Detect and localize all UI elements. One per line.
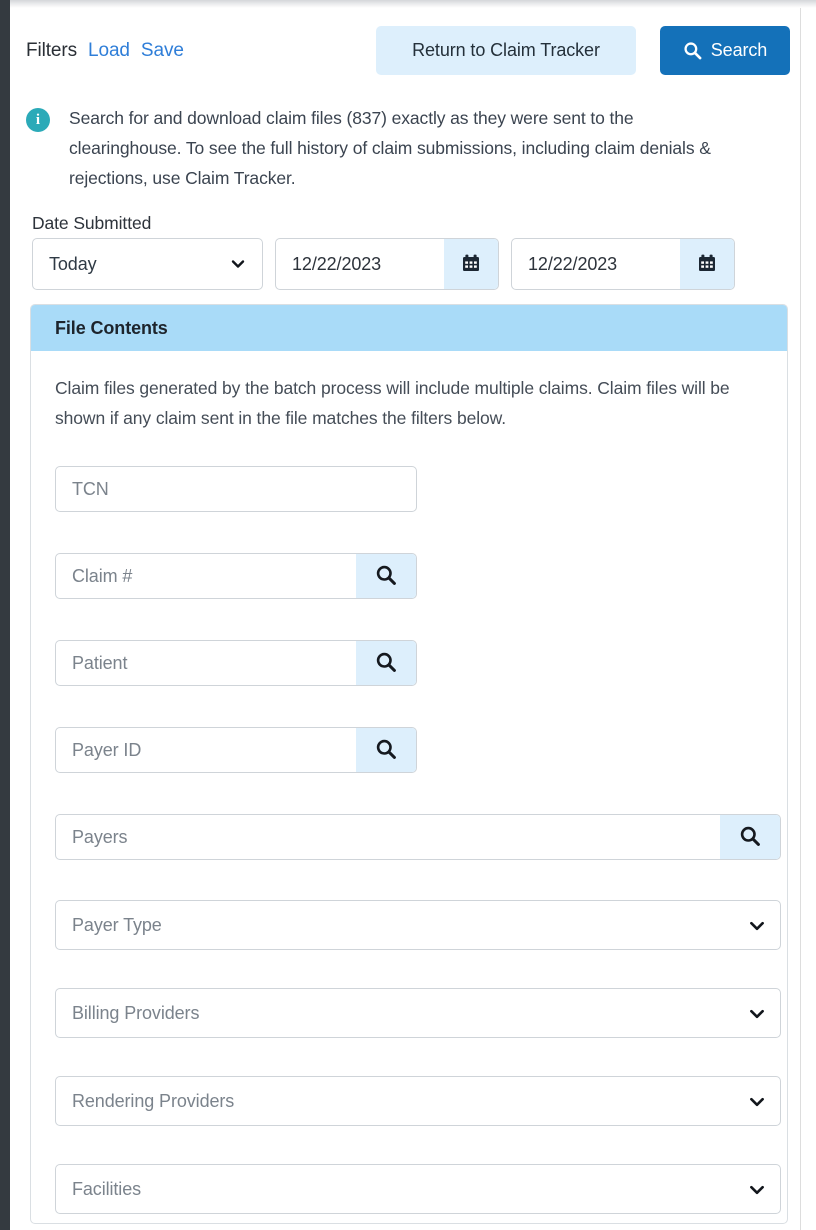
patient-input[interactable]: Patient — [55, 640, 417, 686]
chevron-down-icon — [748, 1181, 764, 1197]
date-range-preset-value: Today — [49, 254, 97, 275]
payer-id-input[interactable]: Payer ID — [55, 727, 417, 773]
billing-providers-placeholder: Billing Providers — [72, 1003, 199, 1024]
claim-number-placeholder[interactable]: Claim # — [56, 566, 356, 587]
app-root: Filters Load Save Return to Claim Tracke… — [0, 0, 816, 1230]
date-range-preset-select[interactable]: Today — [32, 238, 263, 290]
search-icon — [375, 564, 397, 589]
file-contents-header: File Contents — [31, 305, 787, 351]
payer-type-dropdown[interactable]: Payer Type — [55, 900, 781, 950]
start-date-field[interactable]: 12/22/2023 — [275, 238, 499, 290]
load-filters-link[interactable]: Load — [88, 40, 130, 62]
billing-providers-dropdown[interactable]: Billing Providers — [55, 988, 781, 1038]
payers-search-button[interactable] — [720, 815, 780, 859]
chevron-down-icon — [748, 1093, 764, 1109]
rendering-providers-dropdown[interactable]: Rendering Providers — [55, 1076, 781, 1126]
search-button-label: Search — [711, 40, 767, 61]
search-icon — [683, 41, 702, 60]
claim-number-search-button[interactable] — [356, 554, 416, 598]
info-circle-icon: i — [26, 108, 50, 132]
field-row-payer-id: Payer ID — [55, 727, 763, 773]
calendar-icon — [461, 253, 481, 276]
chevron-down-icon — [748, 1005, 764, 1021]
file-contents-panel: File Contents Claim files generated by t… — [30, 304, 788, 1224]
facilities-dropdown[interactable]: Facilities — [55, 1164, 781, 1214]
tcn-input[interactable]: TCN — [55, 466, 417, 512]
file-contents-description: Claim files generated by the batch proce… — [55, 373, 763, 433]
chevron-down-icon — [748, 917, 764, 933]
info-banner-text: Search for and download claim files (837… — [69, 103, 739, 193]
field-row-tcn: TCN — [55, 466, 763, 512]
end-date-calendar-button[interactable] — [680, 239, 734, 289]
field-row-rendering-providers: Rendering Providers — [55, 1076, 763, 1126]
file-contents-title: File Contents — [55, 318, 168, 339]
file-contents-body: Claim files generated by the batch proce… — [31, 351, 787, 1214]
tcn-placeholder[interactable]: TCN — [56, 479, 416, 500]
field-row-facilities: Facilities — [55, 1164, 763, 1214]
page-title: Filters — [26, 40, 77, 62]
field-row-payers: Payers — [55, 814, 763, 860]
search-icon — [375, 738, 397, 763]
payers-placeholder[interactable]: Payers — [56, 827, 720, 848]
patient-search-button[interactable] — [356, 641, 416, 685]
filters-panel: Filters Load Save Return to Claim Tracke… — [10, 8, 800, 1230]
payer-id-placeholder[interactable]: Payer ID — [56, 740, 356, 761]
payer-id-search-button[interactable] — [356, 728, 416, 772]
patient-placeholder[interactable]: Patient — [56, 653, 356, 674]
search-icon — [375, 651, 397, 676]
start-date-calendar-button[interactable] — [444, 239, 498, 289]
rendering-providers-placeholder: Rendering Providers — [72, 1091, 234, 1112]
info-banner: i Search for and download claim files (8… — [26, 103, 766, 193]
chevron-down-icon — [230, 256, 246, 272]
payers-input[interactable]: Payers — [55, 814, 781, 860]
field-row-billing-providers: Billing Providers — [55, 988, 763, 1038]
payer-type-placeholder: Payer Type — [72, 915, 162, 936]
field-row-payer-type: Payer Type — [55, 900, 763, 950]
return-to-claim-tracker-button[interactable]: Return to Claim Tracker — [376, 26, 636, 75]
search-icon — [739, 825, 761, 850]
start-date-value[interactable]: 12/22/2023 — [276, 254, 444, 275]
end-date-field[interactable]: 12/22/2023 — [511, 238, 735, 290]
date-submitted-row: Today 12/22/2023 — [32, 238, 735, 290]
left-nav-rail — [0, 0, 10, 1230]
facilities-placeholder: Facilities — [72, 1179, 141, 1200]
filters-title-group: Filters Load Save — [26, 40, 184, 62]
date-submitted-label: Date Submitted — [32, 213, 151, 234]
filters-header: Filters Load Save Return to Claim Tracke… — [10, 26, 800, 84]
field-row-claim-number: Claim # — [55, 553, 763, 599]
search-button[interactable]: Search — [660, 26, 790, 75]
save-filters-link[interactable]: Save — [141, 40, 184, 62]
top-chrome-shadow — [10, 0, 816, 8]
claim-number-input[interactable]: Claim # — [55, 553, 417, 599]
field-row-patient: Patient — [55, 640, 763, 686]
right-panel-divider — [800, 8, 801, 1230]
end-date-value[interactable]: 12/22/2023 — [512, 254, 680, 275]
calendar-icon — [697, 253, 717, 276]
